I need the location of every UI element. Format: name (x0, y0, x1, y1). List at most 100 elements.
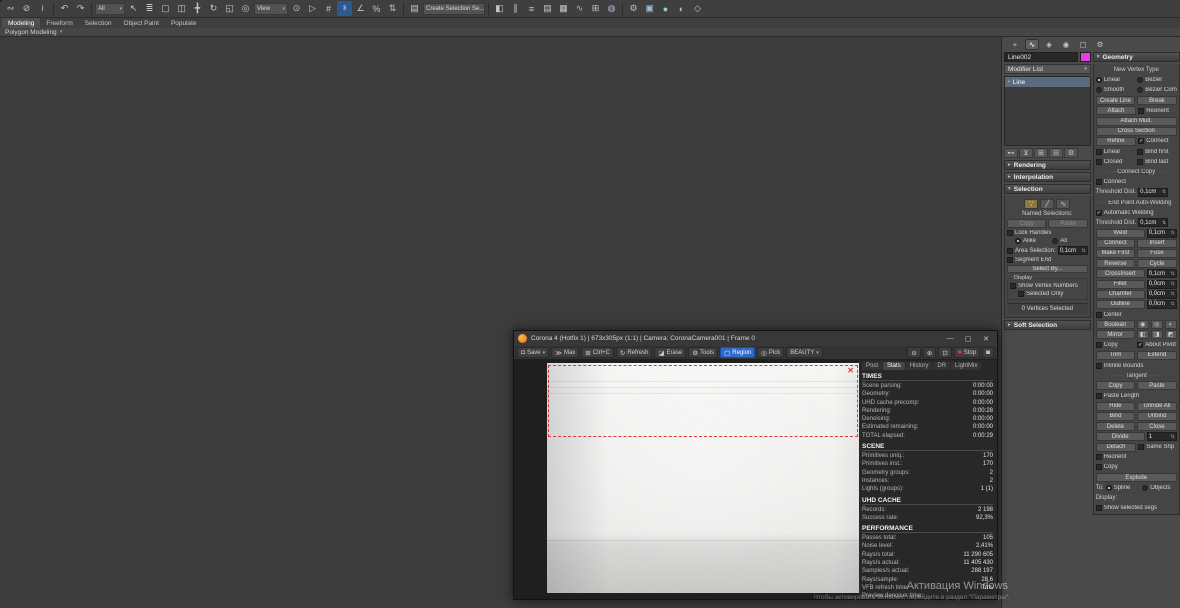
select-by-button[interactable]: Select By... (1007, 265, 1088, 273)
close-button[interactable]: ✕ (979, 333, 993, 344)
pin-stack-button[interactable]: ⊷ (1004, 148, 1018, 158)
rollout-geometry[interactable]: ▾ Geometry (1092, 52, 1180, 62)
checkbox-connect[interactable]: Connect (1095, 179, 1177, 186)
motion-tab[interactable]: ◉ (1059, 39, 1073, 50)
checkbox-infinite-bounds[interactable]: Infinite Bounds (1095, 362, 1177, 369)
button-insert[interactable]: Insert (1137, 238, 1177, 248)
button-reverse[interactable]: Reverse (1095, 259, 1136, 269)
button-extend[interactable]: Extend (1137, 350, 1177, 360)
spinner-field[interactable]: 0,1cm ⇅ (1146, 228, 1177, 238)
checkbox-copy[interactable]: Copy (1095, 464, 1177, 471)
checkbox-about-pivot[interactable]: About Pivot (1137, 342, 1177, 349)
select-and-move-icon[interactable]: ╋ (190, 1, 205, 16)
spinner-field[interactable]: 0,1cm ⇅ (1146, 269, 1177, 279)
button-create-line[interactable]: Create Line (1095, 96, 1136, 106)
button-weld[interactable]: Weld (1095, 228, 1145, 238)
spinner-field[interactable]: 0,1cm ⇅ (1138, 187, 1169, 197)
radio-bezier[interactable]: Bezier (1137, 77, 1177, 84)
modifier-stack[interactable]: ▪ Line (1004, 76, 1091, 146)
paste-named-selection-button[interactable]: Paste (1048, 219, 1088, 228)
edit-named-selection-sets-icon[interactable]: ▤ (407, 1, 422, 16)
radio-linear[interactable]: Linear (1095, 77, 1136, 84)
rollout-soft-selection[interactable]: ▸ Soft Selection (1004, 320, 1091, 330)
angle-snap-toggle-icon[interactable]: ∠ (353, 1, 368, 16)
show-vertex-numbers-checkbox[interactable]: Show Vertex Numbers (1010, 283, 1085, 289)
percent-snap-toggle-icon[interactable]: % (369, 1, 384, 16)
area-selection-checkbox[interactable]: Area Selection: (1007, 246, 1056, 255)
toggle-layer-explorer-icon[interactable]: ▤ (540, 1, 555, 16)
object-name-field[interactable]: Line002 (1004, 52, 1078, 62)
select-by-name-icon[interactable]: ≣ (142, 1, 157, 16)
ribbon-panel-label[interactable]: Polygon Modeling (5, 29, 57, 36)
render-region-marquee[interactable]: ✕ (548, 365, 858, 437)
boolean-intersect-icon[interactable]: ◐ (1164, 320, 1177, 330)
stop-button[interactable]: ■ Stop (953, 347, 981, 358)
stats-tab-lightmix[interactable]: LightMix (951, 362, 982, 370)
button-break[interactable]: Break (1137, 96, 1177, 106)
vertex-subobject-button[interactable]: ∵ (1024, 199, 1039, 209)
remove-modifier-button[interactable]: ⊟ (1049, 148, 1063, 158)
button-mirror[interactable]: Mirror (1095, 330, 1135, 340)
button-unbind[interactable]: Unbind (1137, 411, 1177, 421)
use-pivot-point-center-icon[interactable]: ⊙ (289, 1, 304, 16)
material-editor-icon[interactable]: ◍ (604, 1, 619, 16)
checkbox-show-selected-segs[interactable]: Show selected segs (1095, 505, 1177, 512)
maximize-button[interactable]: ▢ (961, 333, 975, 344)
zoom-in-icon[interactable]: ⊕ (922, 347, 937, 358)
select-and-rotate-icon[interactable]: ↻ (206, 1, 221, 16)
button-bind[interactable]: Bind (1095, 411, 1136, 421)
stats-tab-stats[interactable]: Stats (883, 362, 905, 370)
corona-vfb-window[interactable]: Corona 4 (Hotfix 1) | 673x305px (1:1) | … (513, 330, 998, 600)
alike-radio[interactable]: Alike (1015, 238, 1050, 244)
select-object-icon[interactable]: ↖ (126, 1, 141, 16)
copy-named-selection-button[interactable]: Copy (1007, 219, 1047, 228)
segment-subobject-button[interactable]: ╱ (1040, 199, 1055, 209)
render-setup-icon[interactable]: ⚙ (626, 1, 641, 16)
radio-objects[interactable]: Objects (1142, 484, 1177, 491)
pick-button[interactable]: ◎ Pick (757, 347, 785, 358)
region-close-icon[interactable]: ✕ (847, 367, 854, 375)
button-connect[interactable]: Connect (1095, 238, 1136, 248)
zoom-out-icon[interactable]: ⊖ (907, 347, 921, 358)
keyboard-shortcut-override-icon[interactable]: # (321, 1, 336, 16)
zoom-fit-icon[interactable]: ⊡ (938, 347, 952, 358)
mirror-horizontal-icon[interactable]: ◧ (1136, 330, 1149, 340)
spinner-field[interactable]: 0,0cm ⇅ (1146, 289, 1177, 299)
rollout-selection[interactable]: ▾ Selection (1004, 184, 1091, 194)
spinner-field[interactable]: 0,1cm ⇅ (1138, 218, 1169, 228)
all-radio[interactable]: All (1052, 238, 1087, 244)
arnold-render-icon[interactable]: ◇ (690, 1, 705, 16)
button-fillet[interactable]: Fillet (1095, 279, 1145, 289)
checkbox-reorient[interactable]: Reorient (1138, 107, 1177, 114)
hierarchy-tab[interactable]: ◈ (1042, 39, 1056, 50)
checkbox-same-shp[interactable]: Same Shp (1138, 444, 1177, 451)
spinner-field[interactable]: 0,0cm ⇅ (1146, 279, 1177, 289)
button-trim[interactable]: Trim (1095, 350, 1136, 360)
button-attach[interactable]: Attach (1095, 106, 1137, 116)
button-attach-mult[interactable]: Attach Mult. (1095, 116, 1177, 126)
selection-filter-dropdown[interactable]: All ▾ (95, 2, 125, 15)
modifier-stack-item-line[interactable]: ▪ Line (1005, 77, 1090, 87)
checkbox-paste-length[interactable]: Paste Length (1095, 393, 1177, 400)
button-delete[interactable]: Delete (1095, 422, 1136, 432)
curve-editor-icon[interactable]: ∿ (572, 1, 587, 16)
radio-smooth[interactable]: Smooth (1095, 87, 1136, 94)
checkbox-center[interactable]: Center (1095, 311, 1177, 318)
select-and-link-icon[interactable]: ∾ (3, 1, 18, 16)
tools-button[interactable]: ⚙ Tools (688, 347, 719, 358)
button-cross-section[interactable]: Cross Section (1095, 126, 1177, 136)
modifier-list-dropdown[interactable]: Modifier List ▾ (1004, 64, 1091, 74)
button-unhide-all[interactable]: Unhide All (1137, 401, 1177, 411)
rendered-frame-window-icon[interactable]: ▣ (642, 1, 657, 16)
button-make-first[interactable]: Make First (1095, 248, 1136, 258)
boolean-subtract-icon[interactable]: ◎ (1150, 320, 1163, 330)
button-divide[interactable]: Divide (1095, 432, 1145, 442)
erase-button[interactable]: ◪ Erase (654, 347, 687, 358)
select-and-manipulate-icon[interactable]: ▷ (305, 1, 320, 16)
checkbox-reorient[interactable]: Reorient (1095, 454, 1177, 461)
button-close[interactable]: Close (1137, 422, 1177, 432)
ribbon-tab-selection[interactable]: Selection (79, 18, 118, 28)
button-fuse[interactable]: Fuse (1137, 248, 1177, 258)
ribbon-tab-populate[interactable]: Populate (165, 18, 203, 28)
checkbox-copy[interactable]: Copy (1095, 342, 1136, 349)
